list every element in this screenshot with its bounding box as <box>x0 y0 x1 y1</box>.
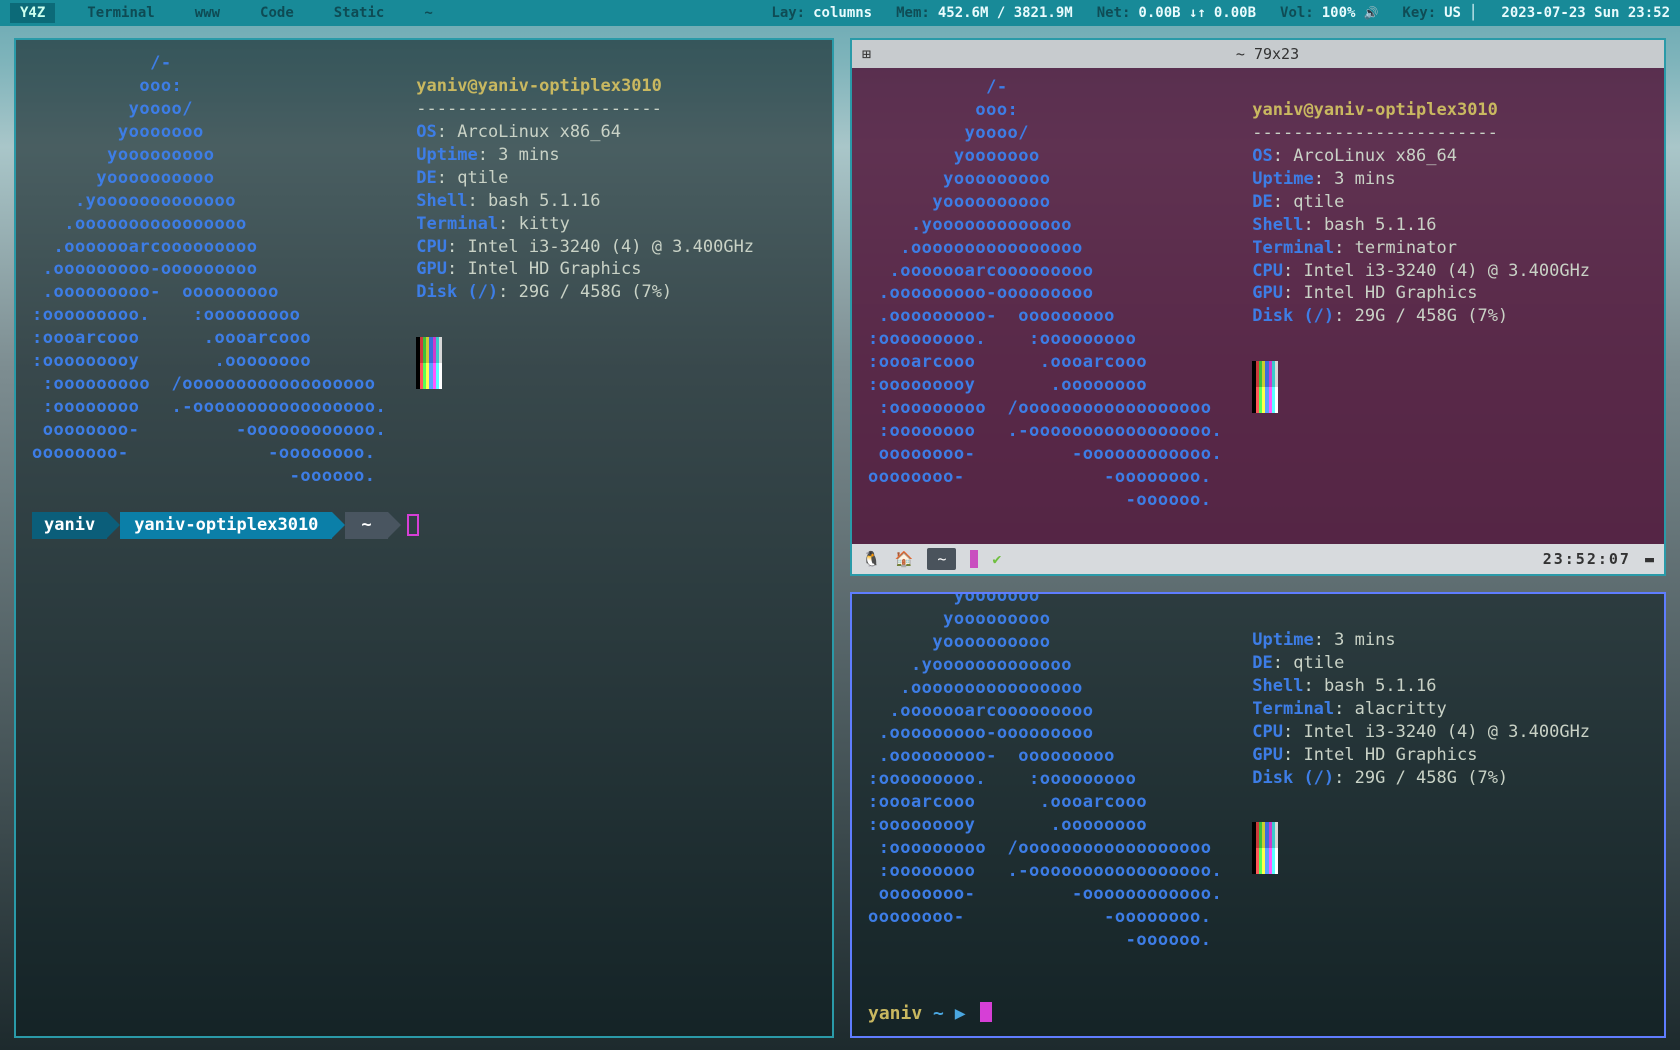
sysinfo-alacritty: Uptime: 3 mins DE: qtile Shell: bash 5.1… <box>1252 606 1590 952</box>
net-down: 0.00B ↓↑ <box>1138 5 1205 21</box>
terminator-terminal-window[interactable]: ⊞ ~ 79x23 /- ooo: yoooo/ yooooooo yooooo… <box>850 38 1666 576</box>
status-cwd: ~ <box>927 548 956 570</box>
datetime: 2023-07-23 Sun 23:52 <box>1501 5 1670 21</box>
check-icon: ✔ <box>992 549 1001 569</box>
mem-label: Mem: <box>896 5 930 21</box>
net-label: Net: <box>1097 5 1131 21</box>
key-value: US <box>1444 5 1461 21</box>
mem-value: 452.6M / 3821.9M <box>938 5 1073 21</box>
kitty-prompt[interactable]: yaniv yaniv-optiplex3010 ~ <box>32 512 816 539</box>
new-tab-icon[interactable]: ⊞ <box>862 44 871 64</box>
volume-icon <box>1363 5 1378 21</box>
prompt-cwd: ~ <box>345 512 387 539</box>
workspace-code[interactable]: Code <box>252 3 302 23</box>
battery-icon: ▬ <box>1645 549 1654 569</box>
workspace-static[interactable]: Static <box>326 3 393 23</box>
workspace-tilde[interactable]: ~ <box>416 3 440 23</box>
vol-label: Vol: <box>1280 5 1314 21</box>
workspace-terminal[interactable]: Terminal <box>79 3 162 23</box>
layout-label: Lay: <box>771 5 805 21</box>
separator-icon: │ <box>1469 5 1477 21</box>
layout-value: columns <box>813 5 872 21</box>
terminator-titlebar[interactable]: ⊞ ~ 79x23 <box>852 40 1664 68</box>
top-bar: Y4Z Terminal www Code Static ~ Lay: colu… <box>0 0 1680 26</box>
workspace-www[interactable]: www <box>187 3 228 23</box>
cursor-icon <box>970 550 978 568</box>
color-swatches <box>1252 361 1590 413</box>
key-label: Key: <box>1402 5 1436 21</box>
color-swatches <box>1252 822 1590 874</box>
home-icon[interactable] <box>895 549 914 569</box>
cursor-icon <box>980 1002 992 1022</box>
status-clock: 23:52:07 <box>1543 549 1631 569</box>
prompt-user: yaniv <box>868 1003 922 1024</box>
kitty-terminal-window[interactable]: /- ooo: yoooo/ yooooooo yooooooooo yoooo… <box>14 38 834 1038</box>
terminator-title: ~ 79x23 <box>881 44 1654 64</box>
prompt-cwd: ~ <box>933 1003 955 1024</box>
net-up: 0.00B <box>1214 5 1256 21</box>
terminator-statusbar: ~ ✔ 23:52:07 ▬ <box>852 544 1664 574</box>
prompt-arrow-icon: ▶ <box>955 1003 966 1024</box>
sysinfo-kitty: yaniv@yaniv-optiplex3010 ---------------… <box>416 52 754 488</box>
tux-icon[interactable] <box>862 549 881 569</box>
cursor-icon <box>407 514 419 536</box>
ascii-logo: /- ooo: yoooo/ yooooooo yooooooooo yoooo… <box>32 52 386 488</box>
ascii-logo: /- ooo: yoooo/ yooooooo yooooooooo yoooo… <box>868 592 1222 952</box>
alacritty-terminal-window[interactable]: /- ooo: yoooo/ yooooooo yooooooooo yoooo… <box>850 592 1666 1038</box>
workspace-y4z[interactable]: Y4Z <box>10 3 55 23</box>
alacritty-prompt[interactable]: yaniv ~ ▶ <box>868 1002 992 1026</box>
color-swatches <box>416 337 754 389</box>
vol-value: 100% <box>1322 5 1356 21</box>
prompt-user: yaniv <box>32 512 107 539</box>
ascii-logo: /- ooo: yoooo/ yooooooo yooooooooo yoooo… <box>868 76 1222 512</box>
prompt-host: yaniv-optiplex3010 <box>120 512 332 539</box>
sysinfo-terminator: yaniv@yaniv-optiplex3010 ---------------… <box>1252 76 1590 512</box>
